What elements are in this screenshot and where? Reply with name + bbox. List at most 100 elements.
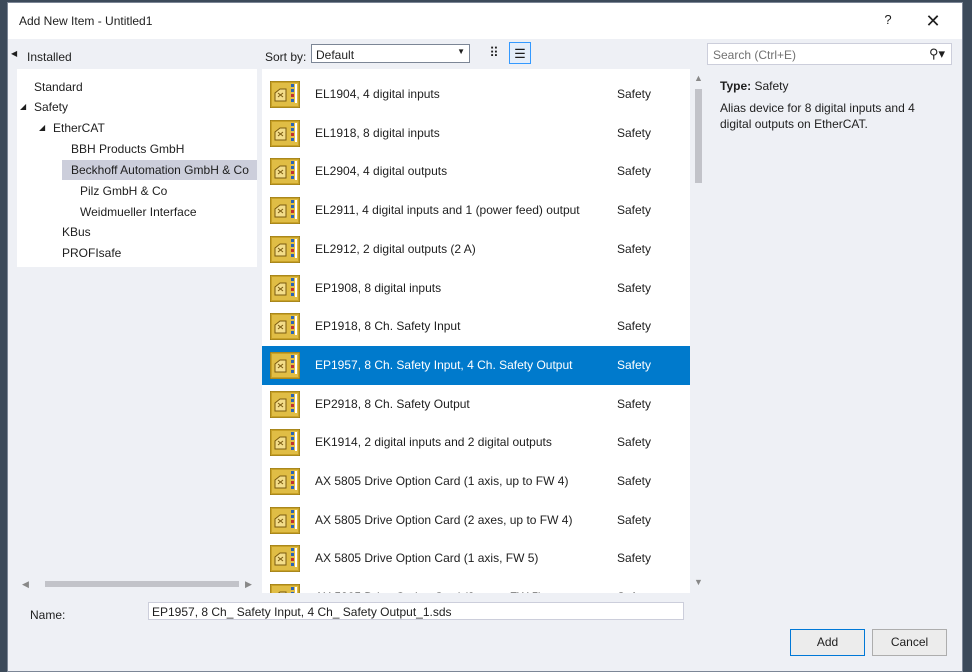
safety-device-icon [270,158,300,186]
tree-horizontal-scrollbar[interactable]: ◀ ▶ [17,576,257,593]
close-button[interactable]: ✕ [919,9,947,33]
details-view-icon[interactable]: ☰ [509,42,531,64]
safety-device-icon [270,235,300,263]
safety-device-icon [270,351,300,379]
tree-item-label: Weidmueller Interface [80,205,197,219]
title-bar: Add New Item - Untitled1 ? ✕ [8,3,962,39]
item-category: Safety [617,474,652,488]
safety-device-icon [270,429,300,457]
list-item[interactable]: EP2918, 8 Ch. Safety Output Safety [262,385,690,424]
tree-item-safety[interactable]: ◢ Safety [20,97,69,117]
tree-item-label: Standard [34,80,83,94]
item-description: Alias device for 8 digital inputs and 4 … [720,101,915,131]
list-item[interactable]: EP1908, 8 digital inputs Safety [262,269,690,308]
tree-item-label: Beckhoff Automation GmbH & Co [71,163,249,177]
tree-item-label: PROFIsafe [62,246,122,260]
name-value: EP1957, 8 Ch_ Safety Input, 4 Ch_ Safety… [152,605,452,619]
item-category: Safety [617,396,652,411]
list-item[interactable]: EL2911, 4 digital inputs and 1 (power fe… [262,191,690,230]
item-name: EP1957, 8 Ch. Safety Input, 4 Ch. Safety… [315,357,573,372]
item-category: Safety [617,512,652,527]
scrollbar-thumb[interactable] [45,581,239,587]
tree-item-standard[interactable]: Standard [34,77,83,97]
list-item[interactable]: EK1914, 2 digital inputs and 2 digital o… [262,423,690,462]
sort-by-label: Sort by: [265,50,307,64]
safety-device-icon [270,584,300,593]
item-category: Safety [617,319,652,334]
search-placeholder: Search (Ctrl+E) [713,48,797,62]
expanded-icon[interactable]: ◢ [39,118,45,138]
list-item[interactable]: AX 5805 Drive Option Card (1 axis, FW 5)… [262,539,690,578]
item-name: AX 5805 Drive Option Card (1 axis, up to… [315,474,569,488]
list-item[interactable]: EL1918, 8 digital inputs Safety [262,114,690,153]
item-name: EP1918, 8 Ch. Safety Input [315,319,461,334]
item-category: Safety [617,241,652,256]
scroll-up-icon[interactable]: ▲ [694,73,703,83]
tree-item-label: KBus [62,225,91,239]
safety-device-icon [270,119,300,147]
list-item[interactable]: EL1904, 4 digital inputs Safety [262,75,690,114]
item-list: EL1904, 4 digital inputs Safety EL1918, 8 … [262,69,690,593]
name-input[interactable]: EP1957, 8 Ch_ Safety Input, 4 Ch_ Safety… [148,602,684,620]
tree-item-label: Pilz GmbH & Co [80,184,168,198]
item-category: Safety [617,357,652,372]
item-category: Safety [617,203,652,218]
dropdown-arrow-icon: ▼ [457,47,465,56]
tree-item-label: Safety [34,100,69,114]
tree-item-profisafe[interactable]: PROFIsafe [62,243,121,263]
tree-item-kbus[interactable]: KBus [62,222,91,242]
item-name: EP2918, 8 Ch. Safety Output [315,396,470,411]
tree-item-beckhoff[interactable]: Beckhoff Automation GmbH & Co [62,160,257,180]
item-name: EK1914, 2 digital inputs and 2 digital o… [315,435,552,450]
scroll-left-icon[interactable]: ◀ [22,579,29,590]
scroll-right-icon[interactable]: ▶ [245,579,252,590]
item-category: Safety [617,125,652,140]
safety-device-icon [270,506,300,534]
add-button[interactable]: Add [790,629,865,656]
scrollbar-thumb[interactable] [695,89,702,183]
expanded-icon[interactable]: ◢ [20,97,26,117]
scroll-down-icon[interactable]: ▼ [694,577,703,587]
list-item[interactable]: AX 5805 Drive Option Card (2 axes, up to… [262,501,690,540]
list-vertical-scrollbar[interactable]: ▲ ▼ [690,69,707,593]
safety-device-icon [270,81,300,108]
item-category: Safety [617,590,651,593]
tree-item-ethercat[interactable]: ◢ EtherCAT [39,118,105,138]
item-name: EL1904, 4 digital inputs [315,87,440,101]
tree-item-weidmueller[interactable]: Weidmueller Interface [80,202,197,222]
item-name: EL2904, 4 digital outputs [315,164,448,179]
tree-item-pilz[interactable]: Pilz GmbH & Co [80,181,167,201]
safety-device-icon [270,197,300,225]
template-tree: Standard ◢ Safety ◢ EtherCAT BBH Products … [17,69,257,267]
item-name: EL1918, 8 digital inputs [315,125,440,140]
list-item[interactable]: EP1918, 8 Ch. Safety Input Safety [262,307,690,346]
tree-item-label: BBH Products GmbH [71,142,185,156]
type-value: Safety [754,79,789,93]
safety-device-icon [270,468,300,495]
help-button[interactable]: ? [876,12,900,32]
item-name: AX 5805 Drive Option Card (2 axes, FW 5) [315,590,542,593]
sort-select[interactable]: Default ▼ [311,44,470,63]
tree-item-label: EtherCAT [53,121,105,135]
small-icons-view-icon[interactable]: ⠿ [483,42,505,64]
list-item[interactable]: EL2912, 2 digital outputs (2 A) Safety [262,230,690,269]
list-item[interactable]: AX 5805 Drive Option Card (1 axis, up to… [262,462,690,501]
cancel-button[interactable]: Cancel [872,629,947,656]
list-item[interactable]: AX 5805 Drive Option Card (2 axes, FW 5)… [262,578,690,593]
item-category: Safety [617,280,652,295]
list-item[interactable]: EL2904, 4 digital outputs Safety [262,152,690,191]
item-name: AX 5805 Drive Option Card (1 axis, FW 5) [315,551,539,566]
window-title: Add New Item - Untitled1 [19,14,153,28]
list-item[interactable]: EP1957, 8 Ch. Safety Input, 4 Ch. Safety… [262,345,690,385]
name-label: Name: [30,608,66,622]
details-panel: Type: Safety Alias device for 8 digital … [720,79,940,132]
installed-header[interactable]: ◀ Installed [8,41,258,69]
installed-label: Installed [27,50,72,64]
tree-item-bbh-products[interactable]: BBH Products GmbH [62,139,193,159]
add-new-item-dialog: Add New Item - Untitled1 ? ✕ ◀ Installed… [8,3,962,671]
type-label: Type: [720,79,752,93]
item-name: AX 5805 Drive Option Card (2 axes, up to… [315,512,573,527]
search-box[interactable]: Search (Ctrl+E) ⚲▾ [707,43,952,65]
search-icon[interactable]: ⚲▾ [929,46,945,62]
safety-device-icon [270,274,300,302]
